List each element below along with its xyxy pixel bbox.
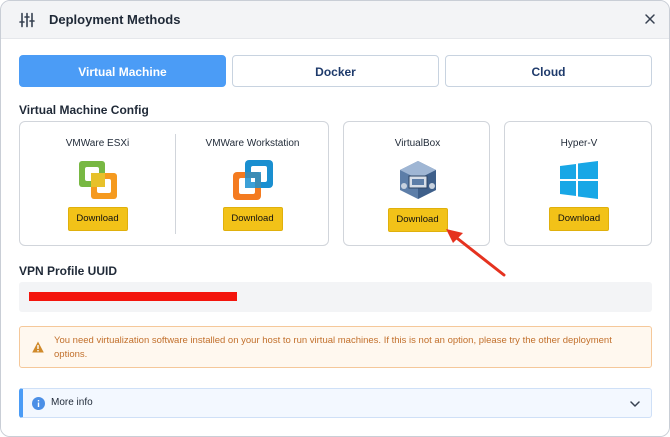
vm-option-name: VMWare ESXi — [65, 138, 130, 149]
dialog-title: Deployment Methods — [49, 12, 181, 27]
vm-option-vmware-esxi: VMWare ESXi Download — [20, 122, 175, 247]
vm-option-name: VirtualBox — [394, 138, 441, 149]
download-button-vmware-esxi[interactable]: Download — [67, 207, 128, 231]
vm-option-name: Hyper-V — [560, 138, 598, 149]
vm-option-hyper-v: Hyper-V Download — [505, 122, 653, 247]
vmware-esxi-icon — [78, 161, 117, 199]
vmware-workstation-icon — [232, 160, 273, 200]
vm-option-name: VMWare Workstation — [205, 138, 300, 149]
vm-option-vmware-workstation: VMWare Workstation Download — [175, 122, 330, 247]
tab-virtual-machine[interactable]: Virtual Machine — [19, 55, 226, 87]
hyper-v-card: Hyper-V Download — [504, 121, 652, 246]
download-button-vmware-workstation[interactable]: Download — [222, 207, 283, 231]
warning-triangle-icon — [32, 341, 44, 353]
warning-text: You need virtualization software install… — [54, 335, 612, 360]
sliders-icon — [19, 12, 35, 28]
dialog-body: Virtual Machine Docker Cloud Virtual Mac… — [1, 39, 669, 436]
close-icon[interactable] — [643, 12, 657, 26]
virtualization-warning: You need virtualization software install… — [19, 326, 652, 368]
download-button-hyper-v[interactable]: Download — [549, 207, 609, 231]
info-icon — [32, 397, 45, 410]
virtualbox-icon — [399, 161, 436, 199]
windows-icon — [560, 161, 598, 199]
deployment-methods-dialog: Deployment Methods Virtual Machine Docke… — [0, 0, 670, 437]
vm-config-heading: Virtual Machine Config — [19, 103, 149, 117]
vpn-profile-label: VPN Profile UUID — [19, 264, 118, 278]
chevron-down-icon[interactable] — [629, 398, 641, 410]
redaction-mark — [29, 292, 237, 301]
annotation-arrow — [446, 229, 506, 277]
more-info-panel[interactable]: More info — [19, 388, 652, 418]
vmware-card: VMWare ESXi Download VMWare Workstation — [19, 121, 329, 246]
vpn-profile-uuid-field[interactable] — [19, 282, 652, 312]
more-info-label: More info — [51, 397, 93, 408]
dialog-header: Deployment Methods — [1, 1, 669, 39]
download-button-virtualbox[interactable]: Download — [387, 208, 448, 232]
tab-cloud[interactable]: Cloud — [445, 55, 652, 87]
tab-docker[interactable]: Docker — [232, 55, 439, 87]
